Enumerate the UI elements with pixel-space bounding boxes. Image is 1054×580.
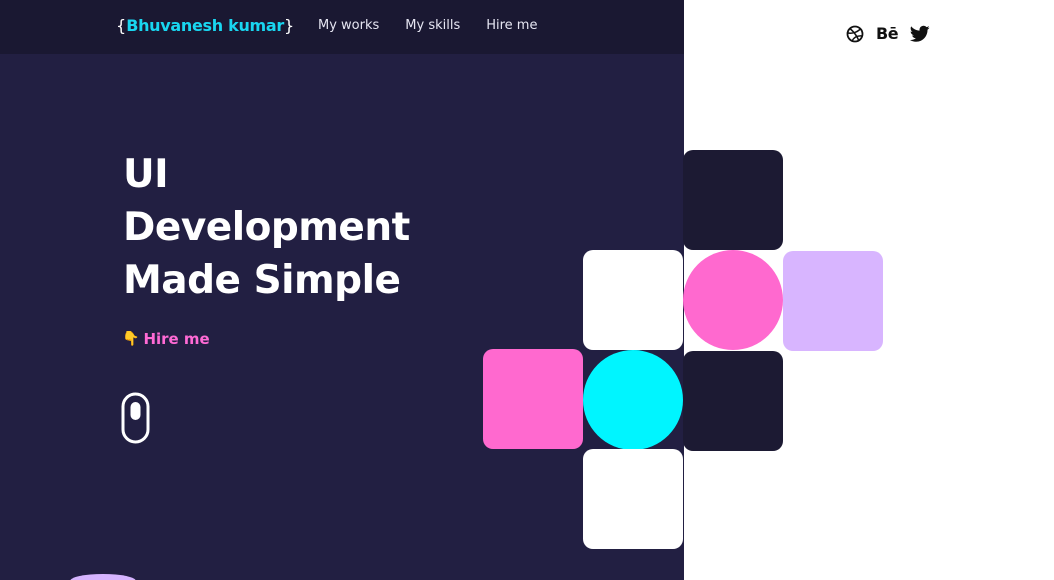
dribbble-icon[interactable] (846, 25, 864, 43)
tile-lavender (783, 251, 883, 351)
top-navigation-bar: {Bhuvanesh kumar} My works My skills Hir… (0, 0, 684, 54)
hero-title-line-1: UI (123, 152, 169, 197)
hero-title-line-2: Development (123, 205, 410, 250)
social-links: Bē (846, 25, 930, 43)
hero-title: UI Development Made Simple (123, 148, 463, 307)
hire-me-cta-label: Hire me (143, 330, 210, 348)
hire-me-cta[interactable]: 👇 Hire me (122, 329, 210, 349)
nav-link-my-works[interactable]: My works (318, 18, 379, 33)
main-nav: My works My skills Hire me (318, 18, 537, 33)
site-logo[interactable]: {Bhuvanesh kumar} (116, 13, 294, 39)
tile-pink-square (483, 349, 583, 449)
tile-dark-middle (683, 351, 783, 451)
twitter-icon[interactable] (910, 25, 930, 43)
tile-cyan-circle (583, 350, 683, 450)
nav-link-my-skills[interactable]: My skills (405, 18, 460, 33)
behance-glyph: Bē (876, 24, 899, 43)
tile-white-left (583, 250, 683, 350)
logo-name: Bhuvanesh kumar (126, 16, 285, 35)
behance-icon[interactable]: Bē (876, 24, 899, 43)
logo-close-brace: } (284, 16, 295, 35)
tile-white-bottom (583, 449, 683, 549)
logo-open-brace: { (116, 16, 127, 35)
nav-link-hire-me[interactable]: Hire me (486, 18, 537, 33)
mouse-scroll-icon[interactable] (121, 392, 151, 450)
tile-dark-top (683, 150, 783, 250)
tile-pink-circle (683, 250, 783, 350)
hero-title-line-3: Made Simple (123, 258, 401, 303)
pointing-down-icon: 👇 (122, 331, 140, 347)
